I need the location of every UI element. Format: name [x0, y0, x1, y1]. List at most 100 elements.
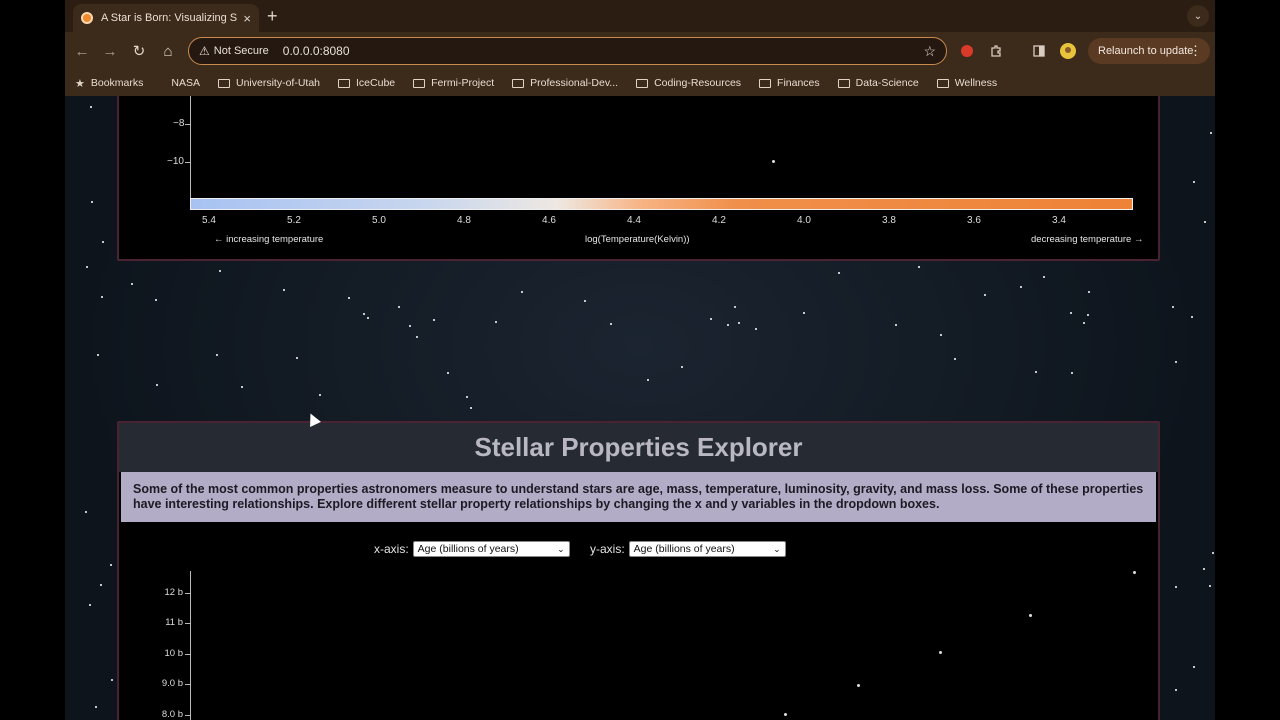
- browser-tab[interactable]: A Star is Born: Visualizing St ×: [73, 4, 259, 32]
- tab-search-icon[interactable]: ⌄: [1187, 5, 1209, 27]
- star-dot: [1203, 568, 1205, 570]
- star-dot: [803, 312, 805, 314]
- folder-icon: [837, 78, 850, 88]
- bookmark-folder-data-science[interactable]: Data-Science: [837, 77, 919, 89]
- folder-icon: [512, 78, 525, 88]
- star-dot: [1035, 371, 1037, 373]
- x-tick-label: 4.4: [627, 215, 641, 226]
- star-dot: [110, 564, 112, 566]
- bookmark-folder-icecube[interactable]: IceCube: [338, 77, 395, 89]
- star-dot: [219, 270, 221, 272]
- relaunch-button[interactable]: Relaunch to update ⋮: [1088, 38, 1210, 64]
- x-tick-label: 4.0: [797, 215, 811, 226]
- explorer-description: Some of the most common properties astro…: [121, 472, 1156, 522]
- star-dot: [1209, 585, 1211, 587]
- home-icon[interactable]: ⌂: [157, 40, 179, 62]
- bookmark-folder-coding-resources[interactable]: Coding-Resources: [636, 77, 741, 89]
- plot-y-tick-mark: [185, 684, 190, 685]
- extension-icon[interactable]: [957, 41, 977, 61]
- star-dot: [1087, 314, 1089, 316]
- data-point[interactable]: [857, 684, 860, 687]
- profile-avatar-icon[interactable]: [1058, 41, 1078, 61]
- new-tab-icon[interactable]: +: [267, 6, 278, 27]
- folder-icon: [413, 78, 426, 88]
- bookmark-star-icon[interactable]: ☆: [923, 43, 936, 60]
- bookmark-folder-finances[interactable]: Finances: [759, 77, 820, 89]
- hr-diagram-panel: −8 −10 5.4 5.2 5.0 4.8 4.6 4.4 4.2 4.0 3…: [117, 96, 1160, 261]
- plot-y-tick-label: 12 b: [164, 587, 184, 598]
- close-icon[interactable]: ×: [243, 11, 251, 26]
- data-point[interactable]: [939, 651, 942, 654]
- y-tick-mark: [185, 162, 190, 163]
- y-tick-mark: [185, 124, 190, 125]
- tab-title: A Star is Born: Visualizing St: [101, 12, 238, 24]
- bookmark-item-nasa[interactable]: NASA: [171, 77, 200, 89]
- stellar-properties-explorer: Stellar Properties Explorer Some of the …: [117, 421, 1160, 720]
- more-menu-icon[interactable]: ⋮: [1189, 43, 1202, 59]
- star-dot: [940, 334, 942, 336]
- star-dot: [727, 324, 729, 326]
- page-viewport[interactable]: −8 −10 5.4 5.2 5.0 4.8 4.6 4.4 4.2 4.0 3…: [65, 96, 1215, 720]
- forward-icon[interactable]: →: [99, 40, 121, 62]
- x-tick-label: 4.8: [457, 215, 471, 226]
- data-point[interactable]: [1029, 614, 1032, 617]
- bookmark-folder-fermi-project[interactable]: Fermi-Project: [413, 77, 494, 89]
- tab-strip: A Star is Born: Visualizing St × + ⌄: [65, 0, 1215, 32]
- relaunch-label: Relaunch to update: [1098, 45, 1194, 57]
- data-point[interactable]: [772, 160, 775, 163]
- x-tick-label: 3.6: [967, 215, 981, 226]
- y-axis-select[interactable]: Age (billions of years) ⌄: [628, 541, 786, 557]
- star-dot: [610, 323, 612, 325]
- folder-icon: [759, 78, 772, 88]
- extensions-puzzle-icon[interactable]: [986, 41, 1006, 61]
- warning-icon[interactable]: ⚠: [199, 44, 210, 58]
- folder-icon: [936, 78, 949, 88]
- plot-y-tick-mark: [185, 654, 190, 655]
- side-panel-icon[interactable]: [1029, 41, 1049, 61]
- star-dot: [95, 706, 97, 708]
- star-dot: [241, 386, 243, 388]
- bookmarks-bar: ★ Bookmarks NASA University-of-Utah IceC…: [65, 70, 1215, 96]
- favicon-icon: [81, 12, 93, 24]
- star-dot: [1020, 286, 1022, 288]
- star-dot: [102, 241, 104, 243]
- star-dot: [918, 266, 920, 268]
- data-point[interactable]: [784, 713, 787, 716]
- bookmark-folder-wellness[interactable]: Wellness: [936, 77, 997, 89]
- address-bar[interactable]: ⚠ Not Secure 0.0.0.0:8080 ☆: [188, 37, 947, 65]
- x-axis-select[interactable]: Age (billions of years) ⌄: [412, 541, 570, 557]
- plot-y-tick-mark: [185, 593, 190, 594]
- star-dot: [283, 289, 285, 291]
- star-dot: [710, 318, 712, 320]
- star-dot: [1193, 666, 1195, 668]
- plot-y-tick-label: 9.0 b: [161, 678, 183, 689]
- screen: A Star is Born: Visualizing St × + ⌄ ← →…: [0, 0, 1280, 720]
- star-dot: [1043, 276, 1045, 278]
- right-caption: decreasing temperature →: [1031, 234, 1144, 245]
- x-axis-title: log(Temperature(Kelvin)): [585, 234, 690, 245]
- url-text[interactable]: 0.0.0.0:8080: [283, 44, 924, 58]
- bookmark-folder-professional-dev[interactable]: Professional-Dev...: [512, 77, 618, 89]
- x-tick-label: 3.4: [1052, 215, 1066, 226]
- star-dot: [734, 306, 736, 308]
- star-dot: [416, 336, 418, 338]
- star-dot: [1070, 312, 1072, 314]
- data-point[interactable]: [1133, 571, 1136, 574]
- folder-icon: [636, 78, 649, 88]
- star-dot: [1175, 586, 1177, 588]
- bookmark-folder-university-of-utah[interactable]: University-of-Utah: [217, 77, 320, 89]
- plot-y-tick-label: 11 b: [165, 617, 183, 628]
- reload-icon[interactable]: ↻: [128, 40, 150, 62]
- back-icon[interactable]: ←: [71, 40, 93, 62]
- star-dot: [86, 266, 88, 268]
- star-dot: [984, 294, 986, 296]
- bookmark-item-bookmarks[interactable]: ★ Bookmarks: [75, 77, 143, 90]
- star-dot: [216, 354, 218, 356]
- star-dot: [584, 300, 586, 302]
- security-label[interactable]: Not Secure: [214, 45, 269, 57]
- plot-y-tick-label: 10 b: [164, 648, 184, 659]
- chevron-down-icon: ⌄: [557, 543, 565, 554]
- x-tick-label: 4.6: [542, 215, 556, 226]
- x-tick-label: 5.4: [202, 215, 216, 226]
- star-dot: [156, 384, 158, 386]
